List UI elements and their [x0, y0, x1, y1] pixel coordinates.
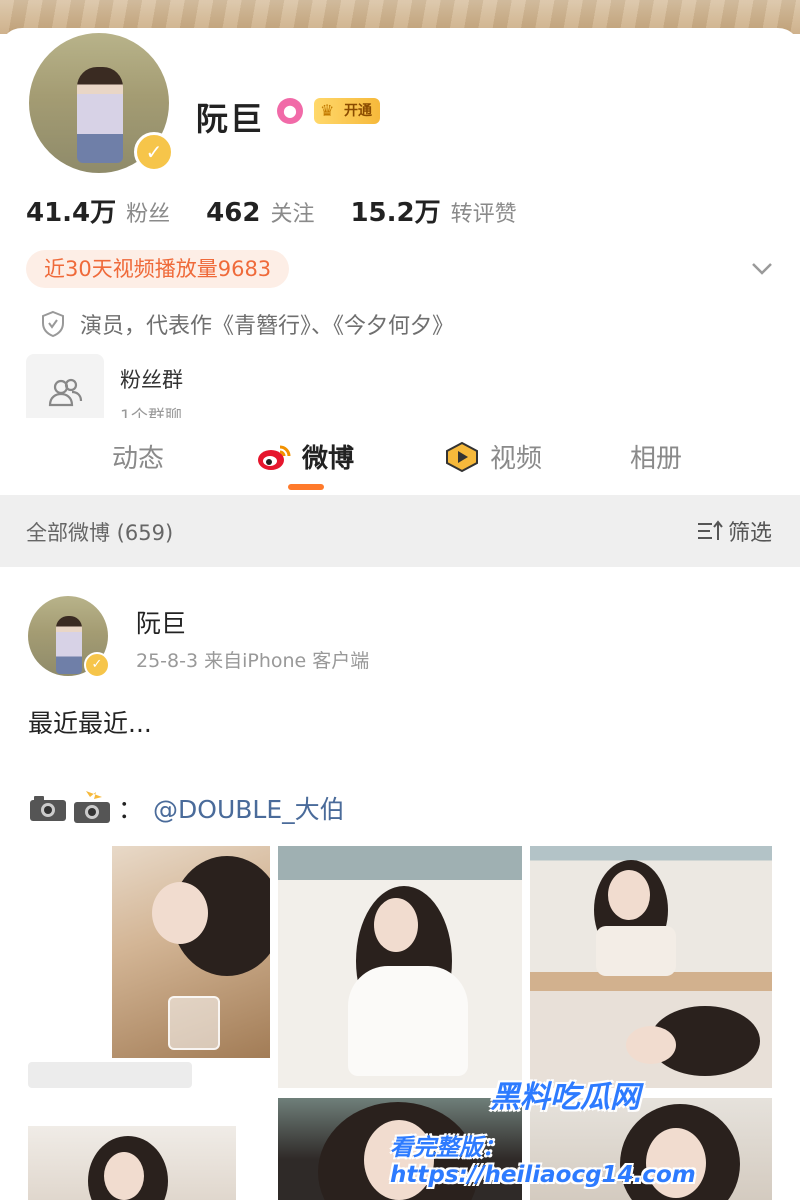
tab-label: 相册	[630, 444, 683, 474]
vip-open-button[interactable]: ♛ 开通	[314, 98, 380, 124]
shield-icon	[42, 310, 64, 338]
placeholder-bar	[28, 1062, 192, 1088]
credit-colon: ：	[118, 795, 144, 824]
post-author-name[interactable]: 阮巨	[136, 604, 186, 640]
profile-description-row: 演员，代表作《青簪行》、《今夕何夕》	[40, 304, 454, 344]
watermark-url: 看完整版：https://heiliaocg14.com	[390, 1135, 696, 1188]
filter-button[interactable]: 筛选	[696, 515, 772, 547]
post-photo-1[interactable]	[112, 846, 270, 1058]
post-meta: 25-8-3 来自iPhone 客户端	[136, 650, 370, 672]
tab-label: 动态	[112, 444, 165, 474]
all-posts-count: 全部微博 (659)	[26, 521, 174, 545]
filter-icon	[697, 520, 723, 540]
stat-number: 462	[206, 198, 261, 228]
chevron-down-icon[interactable]	[748, 254, 776, 282]
filter-label: 筛选	[727, 521, 772, 546]
weibo-logo-icon	[258, 445, 291, 470]
profile-card: ✓ 阮巨 ● ♛ 开通 41.4万 粉丝 462 关注 15.2万 转评赞 近3…	[0, 28, 800, 432]
profile-tabs: 动态 微博 视频 相册	[0, 418, 800, 492]
profile-name: 阮巨	[196, 100, 265, 138]
tab-label: 视频	[490, 444, 543, 474]
stat-likes[interactable]: 15.2万 转评赞	[350, 192, 516, 229]
fan-group-title: 粉丝群	[120, 368, 183, 392]
stat-label: 粉丝	[126, 202, 171, 227]
verified-badge-icon: ✓	[84, 652, 110, 678]
post-photo-3[interactable]	[530, 846, 772, 1088]
video-play-count-pill[interactable]: 近30天视频播放量9683	[26, 250, 290, 288]
filter-bar: 全部微博 (659) 筛选	[0, 495, 800, 567]
stat-following[interactable]: 462 关注	[206, 196, 314, 228]
group-icon	[48, 378, 83, 407]
tab-video[interactable]: 视频	[444, 438, 542, 475]
tab-label: 微博	[302, 444, 355, 474]
stat-followers[interactable]: 41.4万 粉丝	[26, 192, 170, 229]
camera-icon	[30, 796, 66, 821]
watermark-overlay: 黑料吃瓜网 看完整版：https://heiliaocg14.com	[380, 1072, 790, 1192]
profile-stats: 41.4万 粉丝 462 关注 15.2万 转评赞	[26, 192, 553, 232]
pink-circle-icon[interactable]: ●	[277, 98, 303, 124]
video-play-icon	[446, 441, 478, 472]
watermark-title: 黑料吃瓜网	[490, 1080, 640, 1115]
post-photo-credit: ： @DOUBLE_大伯	[28, 790, 345, 826]
stat-number: 41.4万	[26, 198, 117, 228]
active-tab-indicator	[288, 484, 324, 490]
profile-description: 演员，代表作《青簪行》、《今夕何夕》	[80, 314, 455, 339]
avatar-figure	[77, 67, 123, 163]
post-text: 最近最近...	[28, 709, 152, 738]
vip-label: 开通	[344, 103, 372, 119]
verified-badge-icon: ✓	[134, 132, 174, 172]
tab-dynamics[interactable]: 动态	[112, 438, 164, 475]
tab-weibo[interactable]: 微博	[256, 438, 354, 475]
camera-flash-icon	[74, 791, 110, 823]
post-photo-2[interactable]	[278, 846, 522, 1088]
mention-link[interactable]: @DOUBLE_大伯	[153, 790, 345, 826]
stat-label: 关注	[270, 202, 315, 227]
post-photo-4[interactable]	[28, 1126, 236, 1200]
avatar-figure	[56, 616, 82, 674]
stat-number: 15.2万	[350, 198, 441, 228]
stat-label: 转评赞	[450, 202, 517, 227]
tab-album[interactable]: 相册	[630, 438, 682, 475]
crown-icon: ♛	[320, 101, 335, 120]
